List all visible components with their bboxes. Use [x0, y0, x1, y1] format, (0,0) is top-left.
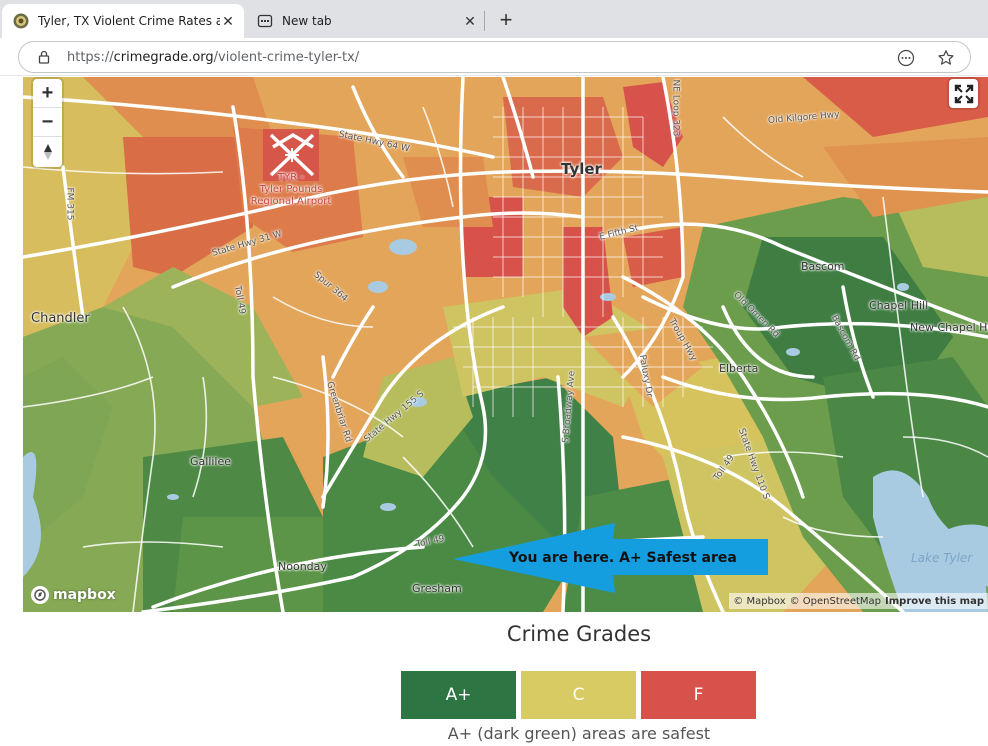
url-scheme: https://: [67, 50, 114, 65]
address-bar[interactable]: https://crimegrade.org/violent-crime-tyl…: [18, 41, 971, 73]
map-label-airport: TYR - Tyler Pounds Regional Airport: [245, 172, 337, 208]
map-label-chapel-hill: Chapel Hill: [869, 299, 929, 312]
map-label-elberta: Elberta: [719, 362, 759, 375]
map-label-chandler: Chandler: [31, 311, 90, 326]
legend-note: A+ (dark green) areas are safest: [447, 724, 711, 743]
compass-reset-button[interactable]: [33, 137, 62, 166]
map-label-gresham: Gresham: [412, 582, 462, 595]
map-label-noonday: Noonday: [278, 560, 327, 573]
improve-map-link[interactable]: Improve this map: [885, 596, 984, 607]
attribution-osm-link[interactable]: © OpenStreetMap: [790, 596, 881, 607]
attribution-mapbox-link[interactable]: © Mapbox: [733, 596, 785, 607]
lock-icon[interactable]: [37, 50, 51, 64]
mapbox-logo-text: mapbox: [53, 587, 116, 603]
airport-label-line: TYR -: [278, 172, 304, 183]
crime-grades-title: Crime Grades: [506, 622, 652, 646]
you-are-here-callout: You are here. A+ Safest area: [509, 550, 737, 566]
browser-tab-strip: Tyler, TX Violent Crime Rates and ✕ New …: [0, 0, 988, 38]
site-favicon-icon: [13, 13, 29, 29]
road-label-fm315: FM 315: [64, 187, 75, 221]
tab-crimegrade[interactable]: Tyler, TX Violent Crime Rates and ✕: [2, 4, 244, 38]
map-label-tyler: Tyler: [561, 160, 602, 178]
close-tab-icon[interactable]: ✕: [220, 13, 236, 29]
url-host: crimegrade.org: [113, 50, 214, 65]
airport-label-line: Regional Airport: [250, 196, 332, 207]
tab-divider: [484, 11, 485, 31]
browser-toolbar: https://crimegrade.org/violent-crime-tyl…: [0, 38, 988, 76]
tab-title: Tyler, TX Violent Crime Rates and: [38, 14, 220, 28]
mapbox-logo[interactable]: mapbox: [31, 586, 116, 604]
map-navigation-control: + −: [33, 79, 62, 167]
mapbox-logo-icon: [31, 586, 49, 604]
map-label-bascom: Bascom: [801, 260, 845, 273]
fullscreen-button[interactable]: [949, 79, 978, 108]
tab-new-tab[interactable]: New tab ✕: [246, 4, 486, 38]
crime-grade-legend: A+ C F: [401, 671, 756, 719]
new-tab-button[interactable]: +: [494, 7, 518, 32]
map-label-gallilee: Gallilee: [190, 455, 232, 468]
grade-swatch-f: F: [641, 671, 756, 719]
more-options-icon[interactable]: [896, 48, 916, 68]
fullscreen-icon: [954, 84, 973, 103]
grade-swatch-a-plus: A+: [401, 671, 516, 719]
tab-title: New tab: [282, 14, 332, 28]
airport-label-line: Tyler Pounds: [259, 184, 323, 195]
crime-map[interactable]: Tyler Chandler Bascom Chapel Hill New Ch…: [23, 77, 988, 612]
close-tab-icon[interactable]: ✕: [462, 13, 478, 29]
map-label-lake-tyler: Lake Tyler: [911, 551, 973, 565]
map-label-new-chapel-hill: New Chapel Hi: [910, 321, 988, 334]
zoom-out-button[interactable]: −: [33, 108, 62, 137]
compass-icon: [43, 143, 52, 160]
url-path: /violent-crime-tyler-tx/: [213, 50, 360, 65]
new-tab-page-icon: [257, 13, 273, 29]
url-text[interactable]: https://crimegrade.org/violent-crime-tyl…: [67, 50, 359, 65]
road-label-loop323: NE Loop 323: [670, 79, 681, 137]
grade-swatch-c: C: [521, 671, 636, 719]
map-attribution: © Mapbox © OpenStreetMap Improve this ma…: [729, 593, 988, 609]
zoom-in-button[interactable]: +: [33, 79, 62, 108]
favorite-star-icon[interactable]: [936, 48, 956, 68]
